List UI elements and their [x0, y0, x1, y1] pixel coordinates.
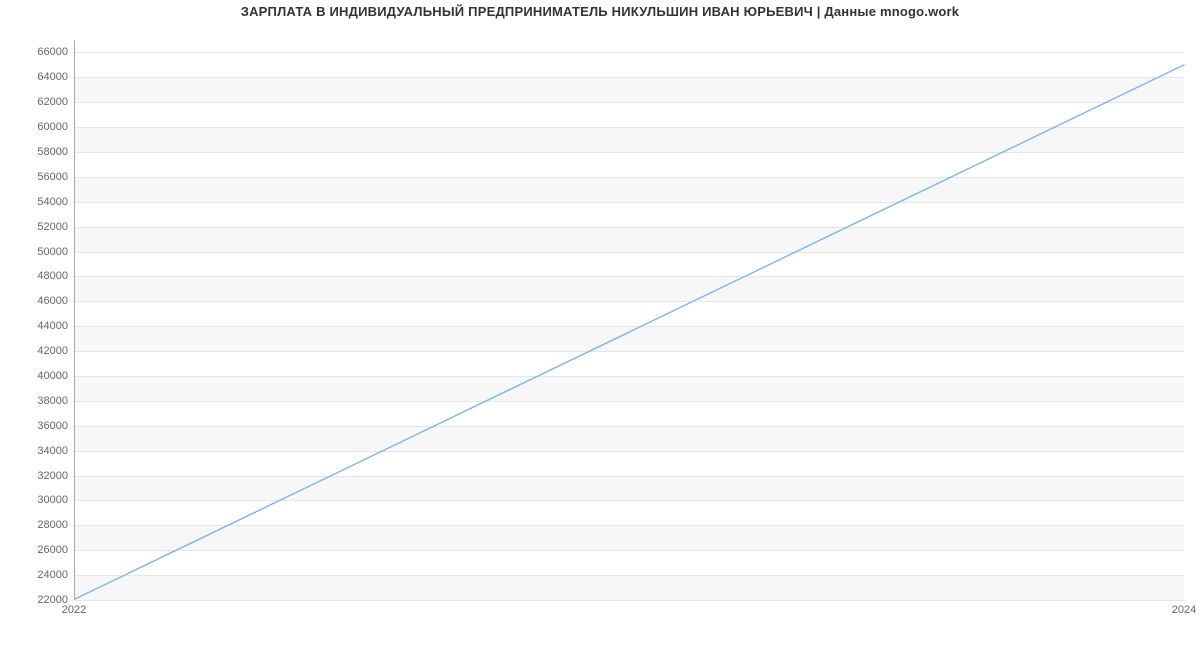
y-tick-label: 60000: [8, 121, 68, 133]
y-tick-label: 36000: [8, 420, 68, 432]
y-tick-label: 48000: [8, 270, 68, 282]
y-tick-label: 32000: [8, 470, 68, 482]
y-tick-label: 50000: [8, 246, 68, 258]
y-tick-label: 34000: [8, 445, 68, 457]
series-line: [75, 65, 1184, 599]
y-tick-label: 58000: [8, 146, 68, 158]
y-tick-label: 42000: [8, 345, 68, 357]
x-tick-label: 2022: [62, 604, 86, 616]
gridline: [75, 600, 1184, 601]
y-tick-label: 66000: [8, 46, 68, 58]
y-tick-label: 44000: [8, 320, 68, 332]
y-tick-label: 26000: [8, 544, 68, 556]
y-tick-label: 24000: [8, 569, 68, 581]
y-tick-label: 22000: [8, 594, 68, 606]
y-tick-label: 52000: [8, 221, 68, 233]
y-tick-label: 54000: [8, 196, 68, 208]
y-tick-label: 40000: [8, 370, 68, 382]
x-tick-label: 2024: [1172, 604, 1196, 616]
series-layer: [75, 40, 1184, 599]
y-tick-label: 30000: [8, 494, 68, 506]
plot-area: [74, 40, 1184, 600]
y-tick-label: 28000: [8, 519, 68, 531]
y-tick-label: 46000: [8, 295, 68, 307]
line-chart: ЗАРПЛАТА В ИНДИВИДУАЛЬНЫЙ ПРЕДПРИНИМАТЕЛ…: [0, 0, 1200, 650]
chart-title: ЗАРПЛАТА В ИНДИВИДУАЛЬНЫЙ ПРЕДПРИНИМАТЕЛ…: [0, 4, 1200, 19]
y-tick-label: 56000: [8, 171, 68, 183]
y-tick-label: 38000: [8, 395, 68, 407]
y-tick-label: 62000: [8, 96, 68, 108]
y-tick-label: 64000: [8, 71, 68, 83]
